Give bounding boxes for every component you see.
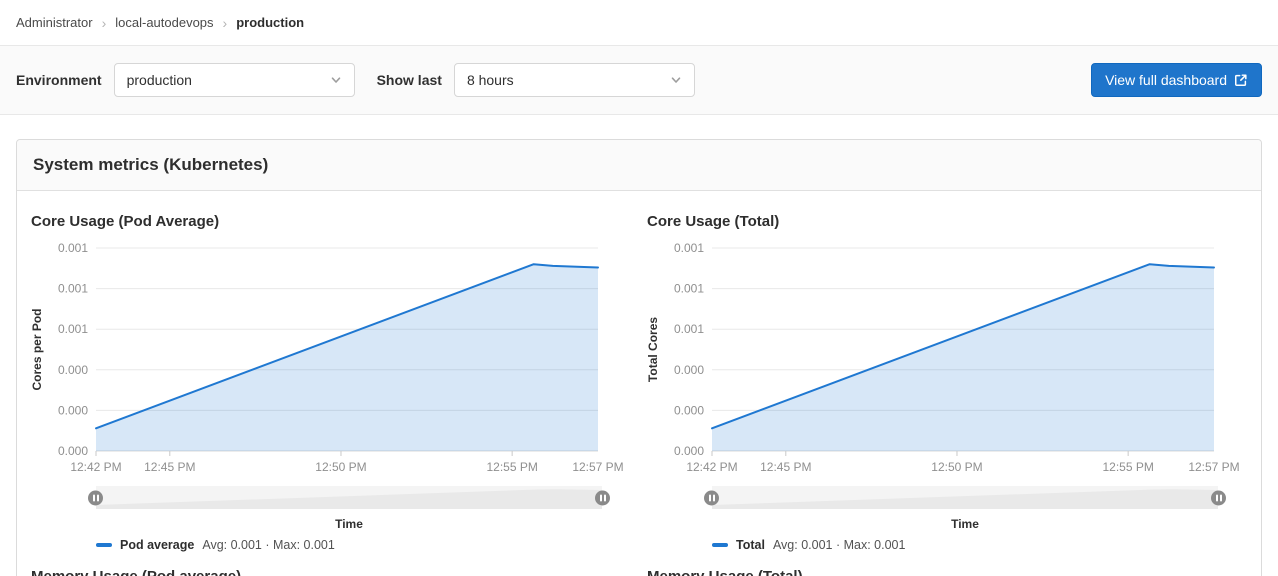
svg-text:0.001: 0.001 — [674, 241, 704, 255]
legend-item-pod-average[interactable]: Pod average Avg: 0.001 · Max: 0.001 — [96, 538, 631, 552]
view-full-dashboard-button[interactable]: View full dashboard — [1091, 63, 1262, 97]
external-link-icon — [1234, 73, 1248, 87]
legend-swatch — [96, 543, 112, 547]
slider-handle-right[interactable] — [595, 490, 610, 505]
core-usage-total-chart[interactable]: 0.000 0.000 0.000 0.001 0.001 0.001 12:42 PM 12… — [647, 236, 1247, 476]
svg-text:0.000: 0.000 — [674, 363, 704, 377]
time-range-slider[interactable] — [96, 486, 602, 509]
chevron-down-icon — [330, 74, 342, 86]
breadcrumb-item-current: production — [236, 15, 304, 30]
environment-select-value: production — [127, 72, 192, 88]
view-full-dashboard-label: View full dashboard — [1105, 72, 1227, 88]
svg-text:0.001: 0.001 — [674, 282, 704, 296]
svg-text:12:55 PM: 12:55 PM — [486, 460, 537, 474]
slider-handle-right[interactable] — [1211, 490, 1226, 505]
show-last-label: Show last — [377, 72, 442, 88]
legend-series-stats: Avg: 0.001 · Max: 0.001 — [773, 538, 906, 552]
svg-text:12:55 PM: 12:55 PM — [1102, 460, 1153, 474]
time-range-slider[interactable] — [712, 486, 1218, 509]
svg-text:12:42 PM: 12:42 PM — [686, 460, 737, 474]
chart-title: Memory Usage (Total) — [647, 568, 1247, 576]
core-usage-pod-average-chart[interactable]: 0.000 0.000 0.000 0.001 0.001 0.001 12:42 PM 12… — [31, 236, 631, 476]
breadcrumb-item-project[interactable]: local-autodevops — [115, 15, 213, 30]
legend-item-total[interactable]: Total Avg: 0.001 · Max: 0.001 — [712, 538, 1247, 552]
chart-panel-memory-usage-total: Memory Usage (Total) — [639, 552, 1247, 576]
chart-panel-core-usage-pod-average: Core Usage (Pod Average) 0.0000.0000.000… — [31, 191, 639, 552]
svg-text:0.000: 0.000 — [58, 363, 88, 377]
svg-text:0.001: 0.001 — [58, 282, 88, 296]
svg-text:0.000: 0.000 — [674, 403, 704, 417]
svg-text:12:50 PM: 12:50 PM — [931, 460, 982, 474]
svg-text:0.000: 0.000 — [58, 403, 88, 417]
svg-text:12:57 PM: 12:57 PM — [1188, 460, 1239, 474]
show-last-select-value: 8 hours — [467, 72, 514, 88]
legend-swatch — [712, 543, 728, 547]
svg-text:0.000: 0.000 — [58, 444, 88, 458]
svg-text:Cores per Pod: Cores per Pod — [31, 308, 44, 390]
slider-handle-left[interactable] — [88, 490, 103, 505]
chart-plot[interactable]: 0.000 0.000 0.000 0.001 0.001 0.001 12:42 PM 12… — [647, 236, 1247, 476]
slider-mini-chart — [712, 486, 1218, 509]
chart-title: Core Usage (Pod Average) — [31, 213, 631, 230]
svg-text:12:57 PM: 12:57 PM — [572, 460, 623, 474]
x-axis-title: Time — [96, 517, 602, 531]
chart-plot[interactable]: 0.000 0.000 0.000 0.001 0.001 0.001 12:42 PM 12… — [31, 236, 631, 476]
svg-text:0.001: 0.001 — [58, 241, 88, 255]
svg-text:12:45 PM: 12:45 PM — [760, 460, 811, 474]
svg-text:12:45 PM: 12:45 PM — [144, 460, 195, 474]
slider-handle-left[interactable] — [704, 490, 719, 505]
dashboard-content: System metrics (Kubernetes) Core Usage (… — [16, 139, 1262, 576]
legend-series-name: Pod average — [120, 538, 194, 552]
slider-mini-chart — [96, 486, 602, 509]
breadcrumb-separator-icon: › — [102, 16, 107, 30]
chart-panel-memory-usage-pod-average: Memory Usage (Pod average) — [31, 552, 639, 576]
metrics-filter-bar: Environment production Show last 8 hours… — [0, 46, 1278, 115]
chart-panel-core-usage-total: Core Usage (Total) 0.0000.0000.0000.0010… — [639, 191, 1247, 552]
metrics-group-header[interactable]: System metrics (Kubernetes) — [17, 140, 1261, 191]
metrics-group-body: Core Usage (Pod Average) 0.0000.0000.000… — [17, 191, 1261, 576]
breadcrumb: Administrator › local-autodevops › produ… — [0, 0, 1278, 46]
x-axis-title: Time — [712, 517, 1218, 531]
svg-text:0.001: 0.001 — [58, 322, 88, 336]
svg-text:0.001: 0.001 — [674, 322, 704, 336]
show-last-select[interactable]: 8 hours — [454, 63, 695, 97]
environment-label: Environment — [16, 72, 102, 88]
chevron-down-icon — [670, 74, 682, 86]
environment-select[interactable]: production — [114, 63, 355, 97]
chart-title: Core Usage (Total) — [647, 213, 1247, 230]
breadcrumb-item-administrator[interactable]: Administrator — [16, 15, 93, 30]
svg-text:12:42 PM: 12:42 PM — [70, 460, 121, 474]
legend-series-stats: Avg: 0.001 · Max: 0.001 — [202, 538, 335, 552]
legend-series-name: Total — [736, 538, 765, 552]
svg-text:12:50 PM: 12:50 PM — [315, 460, 366, 474]
breadcrumb-separator-icon: › — [223, 16, 228, 30]
svg-text:Total Cores: Total Cores — [647, 317, 660, 382]
metrics-group-title: System metrics (Kubernetes) — [33, 155, 1245, 175]
system-metrics-card: System metrics (Kubernetes) Core Usage (… — [16, 139, 1262, 576]
svg-text:0.000: 0.000 — [674, 444, 704, 458]
chart-title: Memory Usage (Pod average) — [31, 568, 631, 576]
